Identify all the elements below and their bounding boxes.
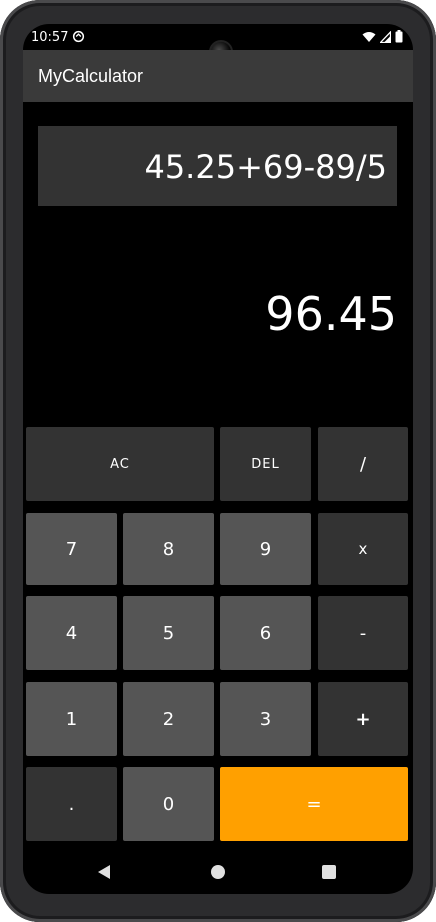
digit-6-button[interactable]: 6 <box>220 596 311 670</box>
digit-0-button[interactable]: 0 <box>123 767 214 841</box>
digit-1-button[interactable]: 1 <box>26 682 117 756</box>
home-icon[interactable] <box>211 865 225 879</box>
decimal-button[interactable]: . <box>26 767 117 841</box>
device-frame: 10:57 MyCalculator 45.25+69-89/5 96.45 A… <box>0 0 436 922</box>
recents-icon[interactable] <box>322 865 336 879</box>
navigation-bar <box>23 850 413 894</box>
wifi-icon <box>362 31 376 42</box>
device-screen: 10:57 MyCalculator 45.25+69-89/5 96.45 A… <box>23 24 413 894</box>
digit-2-button[interactable]: 2 <box>123 682 214 756</box>
digit-9-button[interactable]: 9 <box>220 513 311 585</box>
plus-button[interactable]: + <box>318 682 408 756</box>
equals-button[interactable]: = <box>220 767 408 841</box>
delete-button[interactable]: DEL <box>220 427 311 501</box>
digit-7-button[interactable]: 7 <box>26 513 117 585</box>
app-bar: MyCalculator <box>23 50 413 102</box>
status-icons <box>362 30 403 43</box>
digit-8-button[interactable]: 8 <box>123 513 214 585</box>
multiply-button[interactable]: x <box>318 513 408 585</box>
back-icon[interactable] <box>98 865 110 879</box>
divide-button[interactable]: / <box>318 427 408 501</box>
digit-3-button[interactable]: 3 <box>220 682 311 756</box>
result-display: 96.45 <box>265 287 397 341</box>
clear-button[interactable]: AC <box>26 427 214 501</box>
digit-5-button[interactable]: 5 <box>123 596 214 670</box>
signal-icon <box>380 30 391 43</box>
minus-button[interactable]: - <box>318 596 408 670</box>
status-time: 10:57 <box>31 30 69 45</box>
digit-4-button[interactable]: 4 <box>26 596 117 670</box>
battery-icon <box>395 30 403 43</box>
sync-icon <box>72 30 85 43</box>
app-title: MyCalculator <box>38 66 144 86</box>
expression-text: 45.25+69-89/5 <box>144 148 387 186</box>
expression-display: 45.25+69-89/5 <box>38 126 397 206</box>
